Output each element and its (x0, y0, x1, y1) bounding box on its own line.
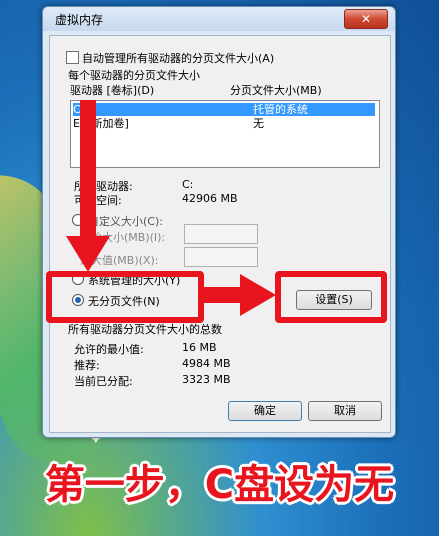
right-arrow-shaft (204, 287, 244, 303)
down-arrow-shaft (80, 100, 96, 240)
down-arrow-head (66, 236, 110, 272)
set-button-highlight (275, 271, 387, 323)
no-paging-highlight (46, 271, 204, 323)
right-arrow-head (240, 274, 276, 316)
step-caption: 第一步，C盘设为无 (44, 462, 395, 508)
